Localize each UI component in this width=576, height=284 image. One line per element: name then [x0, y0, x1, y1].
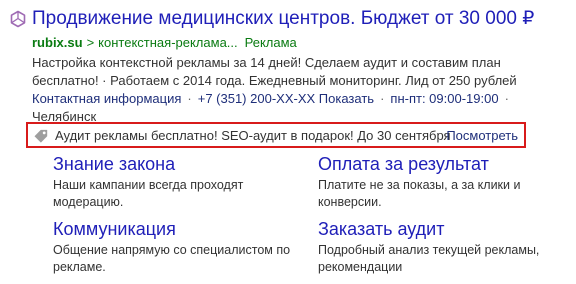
sitelink-desc-communication: Общение напрямую со специалистом по рекл… — [53, 243, 291, 274]
ad-url-row: rubix.su > контекстная-реклама... Реклама — [32, 34, 297, 52]
sitelink-title-audit[interactable]: Заказать аудит — [318, 218, 568, 240]
ad-contacts: Контактная информация · +7 (351) 200-XX-XX… — [32, 90, 532, 126]
sitelink-law: Знание закона Наши кампании всегда прохо… — [53, 153, 303, 211]
sitelink-desc-payment: Платите не за показы, а за клики и конве… — [318, 178, 521, 209]
contact-info-link[interactable]: Контактная информация — [32, 91, 181, 106]
contacts-separator: · — [504, 91, 509, 106]
tag-icon — [33, 128, 49, 144]
ad-label: Реклама — [244, 35, 297, 50]
ad-domain-link[interactable]: rubix.su — [32, 35, 83, 50]
sitelink-title-communication[interactable]: Коммуникация — [53, 218, 303, 240]
promo-text: Аудит рекламы бесплатно! SEO-аудит в под… — [55, 128, 451, 143]
contact-phone: +7 (351) 200-XX-XX — [197, 91, 316, 106]
show-phone-link[interactable]: Показать — [319, 91, 374, 106]
ad-path-link[interactable]: контекстная-реклама... — [98, 35, 237, 50]
contacts-separator: · — [187, 91, 192, 106]
sitelink-communication: Коммуникация Общение напрямую со специал… — [53, 218, 303, 276]
sitelink-title-law[interactable]: Знание закона — [53, 153, 303, 175]
contact-hours: пн-пт: 09:00-19:00 — [390, 91, 499, 106]
sitelink-payment: Оплата за результат Платите не за показы… — [318, 153, 568, 211]
hexagon-logo-icon — [9, 10, 27, 28]
promo-view-link[interactable]: Посмотреть — [446, 127, 518, 145]
sitelink-audit: Заказать аудит Подробный анализ текущей … — [318, 218, 568, 276]
sitelink-desc-audit: Подробный анализ текущей рекламы, рекоме… — [318, 243, 540, 274]
contacts-separator: · — [380, 91, 385, 106]
sitelink-desc-law: Наши кампании всегда проходят модерацию. — [53, 178, 244, 209]
ad-title-link[interactable]: Продвижение медицинских центров. Бюджет … — [32, 7, 534, 31]
url-path-separator: > — [86, 35, 95, 50]
ad-title-row: Продвижение медицинских центров. Бюджет … — [9, 7, 569, 33]
sitelink-title-payment[interactable]: Оплата за результат — [318, 153, 568, 175]
promo-banner: Аудит рекламы бесплатно! SEO-аудит в под… — [26, 122, 526, 148]
search-ad: Продвижение медицинских центров. Бюджет … — [0, 0, 576, 284]
ad-description: Настройка контекстной рекламы за 14 дней… — [32, 55, 517, 88]
